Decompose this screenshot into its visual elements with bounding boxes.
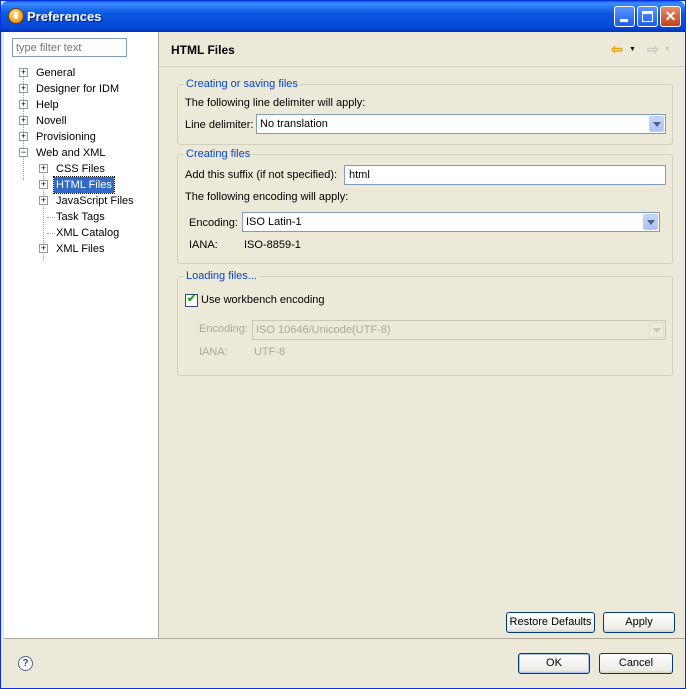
- chevron-down-icon[interactable]: [649, 322, 664, 338]
- expand-icon[interactable]: +: [39, 180, 48, 189]
- preference-tree-pane: + General + Designer for IDM + Help + No…: [4, 32, 159, 638]
- restore-defaults-button[interactable]: Restore Defaults: [506, 612, 595, 633]
- use-workbench-label: Use workbench encoding: [201, 294, 325, 306]
- delimiter-intro-text: The following line delimiter will apply:: [185, 97, 366, 109]
- filter-input[interactable]: [12, 38, 127, 57]
- loading-files-group: Loading files... ✔ Use workbench encodin…: [177, 270, 673, 376]
- minimize-icon: [620, 19, 628, 22]
- tree-item-label: JavaScript Files: [56, 195, 134, 207]
- select-value: ISO Latin-1: [246, 216, 302, 228]
- iana-value: UTF-8: [254, 346, 286, 358]
- forward-history-dropdown-icon[interactable]: ▼: [664, 46, 671, 53]
- expand-icon[interactable]: +: [39, 196, 48, 205]
- page-header: HTML Files ⇦ ▼ ⇨ ▼: [159, 32, 685, 67]
- tree-item-label: Novell: [36, 115, 67, 127]
- iana-label: IANA:: [199, 346, 228, 358]
- tree-item-label: Help: [36, 99, 59, 111]
- title-bar[interactable]: Preferences ✕: [1, 1, 685, 32]
- use-workbench-encoding-checkbox[interactable]: ✔: [185, 293, 198, 307]
- loading-encoding-select[interactable]: ISO 10646/Unicode(UTF-8): [252, 320, 666, 340]
- tree-item-label-selected: HTML Files: [53, 176, 115, 194]
- chevron-down-icon[interactable]: [649, 116, 664, 132]
- iana-value: ISO-8859-1: [244, 239, 301, 251]
- maximize-icon: [642, 11, 653, 22]
- tree-item-label: General: [36, 67, 76, 79]
- cancel-button[interactable]: Cancel: [599, 653, 673, 674]
- bottom-separator: [4, 638, 685, 639]
- group-legend: Creating or saving files: [184, 78, 300, 90]
- preferences-window: Preferences ✕ + General + Designer for I…: [0, 0, 686, 689]
- creating-saving-group: Creating or saving files The following l…: [177, 78, 673, 145]
- tree-item-label: XML Catalog: [56, 227, 120, 239]
- chevron-down-icon[interactable]: [643, 214, 658, 230]
- preference-page: HTML Files ⇦ ▼ ⇨ ▼ Creating or saving fi…: [159, 32, 685, 638]
- page-title: HTML Files: [171, 43, 235, 57]
- collapse-icon[interactable]: −: [19, 148, 28, 157]
- help-icon[interactable]: ?: [18, 656, 33, 671]
- group-legend: Creating files: [184, 148, 253, 160]
- close-button[interactable]: ✕: [660, 6, 681, 27]
- minimize-button[interactable]: [614, 6, 635, 27]
- delimiter-label: Line delimiter:: [185, 119, 254, 131]
- ok-button[interactable]: OK: [518, 653, 590, 674]
- encoding-select[interactable]: ISO Latin-1: [242, 212, 660, 232]
- group-legend: Loading files...: [184, 270, 259, 282]
- tree-item-label: CSS Files: [56, 163, 105, 175]
- forward-arrow-icon[interactable]: ⇨: [647, 42, 661, 56]
- tree-item-label: Provisioning: [36, 131, 96, 143]
- expand-icon[interactable]: +: [39, 164, 48, 173]
- app-icon: [8, 8, 24, 24]
- tree-item-label: Task Tags: [56, 211, 105, 223]
- expand-icon[interactable]: +: [39, 244, 48, 253]
- encoding-label: Encoding:: [199, 323, 248, 335]
- tree-item-label: Designer for IDM: [36, 83, 120, 95]
- apply-button[interactable]: Apply: [603, 612, 675, 633]
- tree-item-label: XML Files: [56, 243, 105, 255]
- encoding-label: Encoding:: [189, 217, 238, 229]
- window-title: Preferences: [27, 9, 102, 24]
- select-value: No translation: [260, 118, 328, 130]
- encoding-intro-text: The following encoding will apply:: [185, 191, 349, 203]
- suffix-label: Add this suffix (if not specified):: [185, 169, 338, 181]
- iana-label: IANA:: [189, 239, 218, 251]
- creating-files-group: Creating files Add this suffix (if not s…: [177, 148, 673, 264]
- expand-icon[interactable]: +: [19, 100, 28, 109]
- suffix-input[interactable]: [344, 165, 666, 185]
- line-delimiter-select[interactable]: No translation: [256, 114, 666, 134]
- expand-icon[interactable]: +: [19, 132, 28, 141]
- tree-item-label: Web and XML: [36, 147, 106, 159]
- expand-icon[interactable]: +: [19, 68, 28, 77]
- close-icon: ✕: [664, 8, 677, 24]
- back-history-dropdown-icon[interactable]: ▼: [629, 46, 636, 53]
- expand-icon[interactable]: +: [19, 84, 28, 93]
- maximize-button[interactable]: [637, 6, 658, 27]
- expand-icon[interactable]: +: [19, 116, 28, 125]
- select-value: ISO 10646/Unicode(UTF-8): [256, 324, 391, 336]
- back-arrow-icon[interactable]: ⇦: [611, 42, 625, 56]
- checkmark-icon: ✔: [187, 293, 197, 305]
